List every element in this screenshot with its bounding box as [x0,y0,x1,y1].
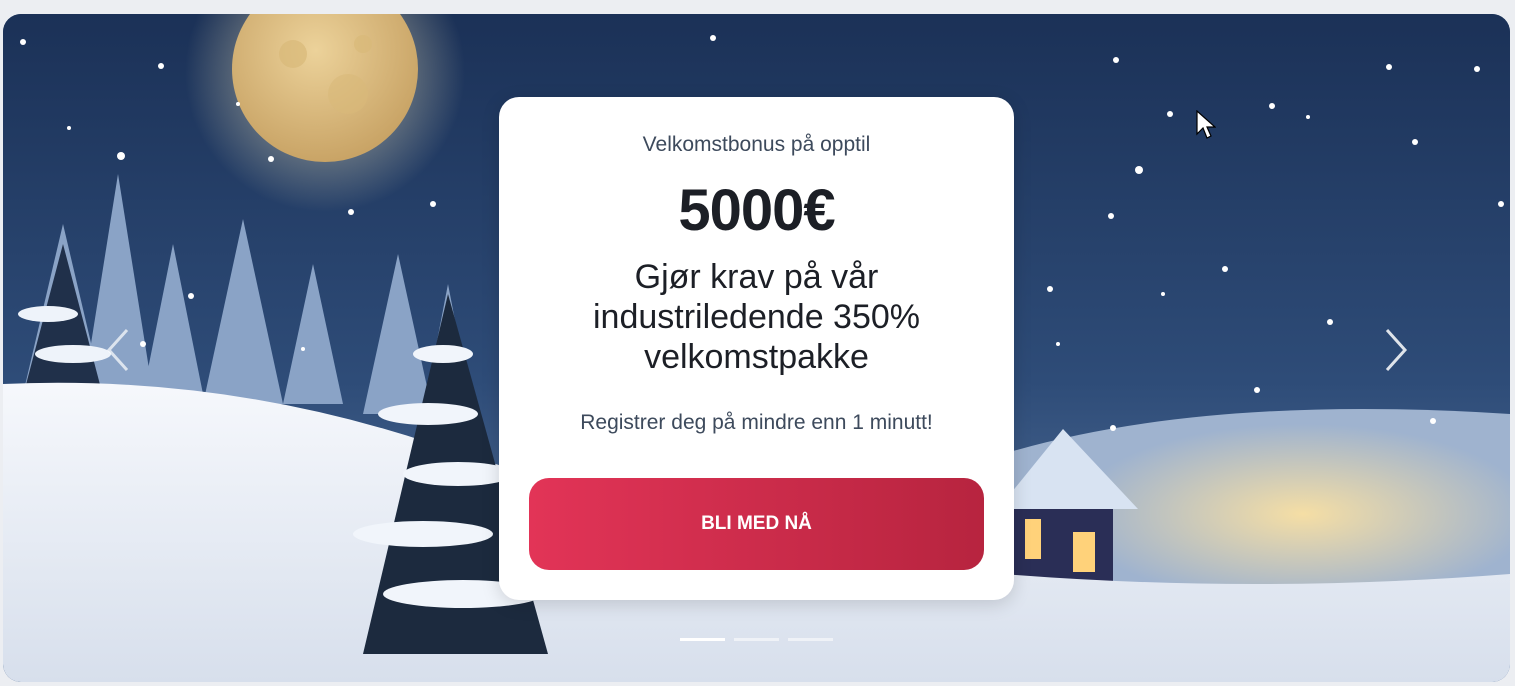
carousel-prev-button[interactable] [103,326,133,374]
bonus-subtitle: Velkomstbonus på opptil [642,133,871,156]
hero-banner: Velkomstbonus på opptil 5000€ Gjør krav … [3,14,1510,682]
bonus-amount: 5000€ [678,178,835,243]
bonus-headline: Gjør krav på vår industriledende 350% ve… [592,258,921,376]
chevron-left-icon [106,328,129,372]
registration-note: Registrer deg på mindre enn 1 minutt! [580,411,933,434]
join-now-button[interactable]: BLI MED NÅ [529,478,984,570]
welcome-bonus-card: Velkomstbonus på opptil 5000€ Gjør krav … [499,97,1014,600]
carousel-indicator-3[interactable] [788,638,833,641]
chevron-right-icon [1385,328,1408,372]
carousel-next-button[interactable] [1381,326,1411,374]
carousel-indicator-2[interactable] [734,638,779,641]
carousel-indicators [680,638,833,642]
mouse-cursor-icon [1196,110,1216,139]
carousel-indicator-1[interactable] [680,638,725,641]
